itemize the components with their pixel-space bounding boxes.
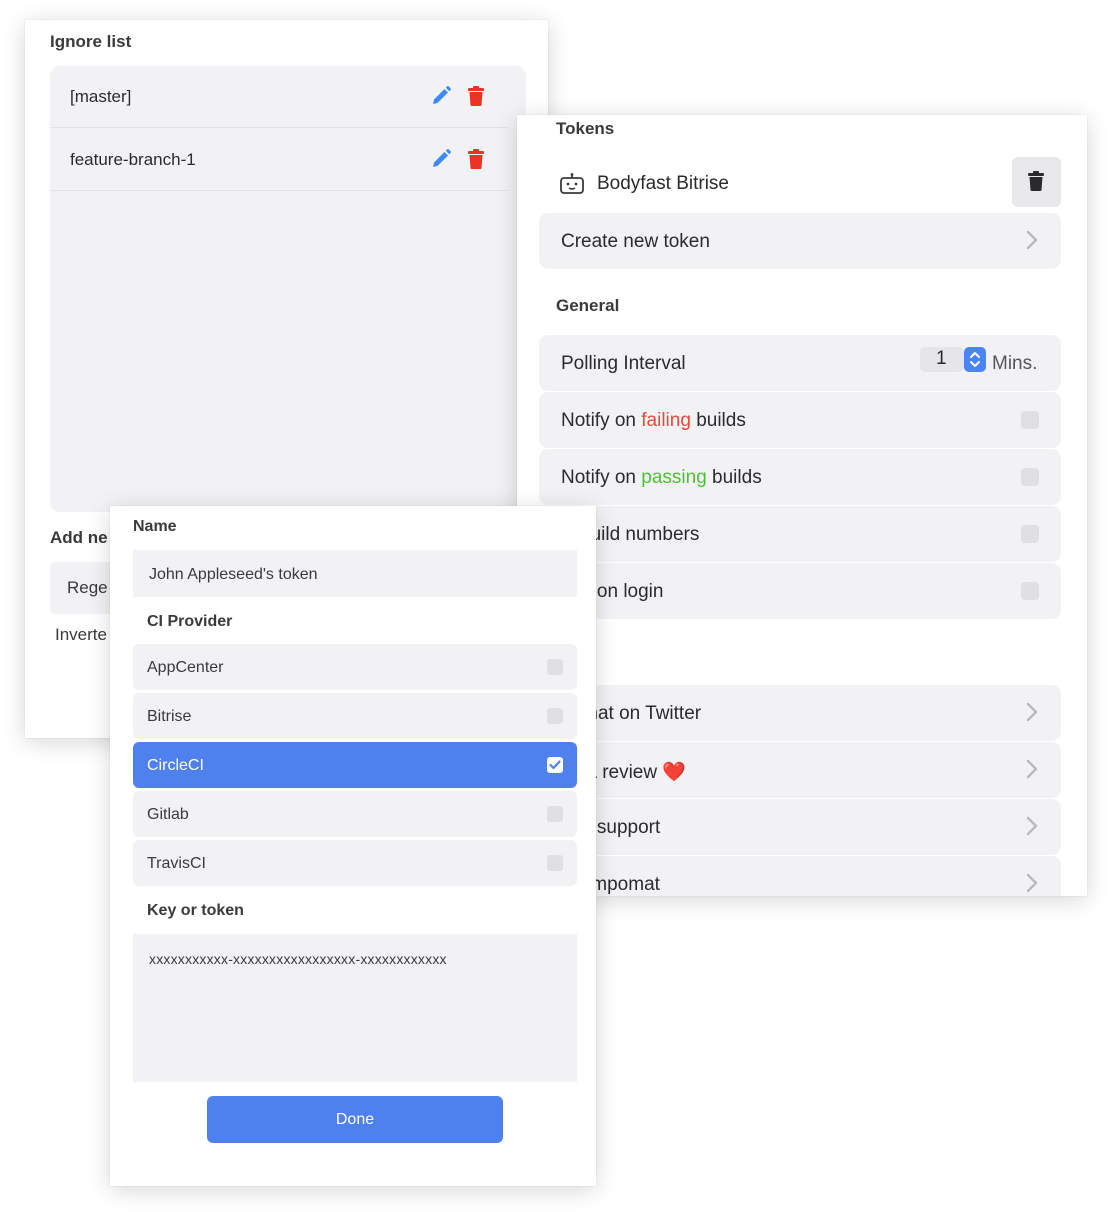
notify-passing-label: Notify on passing builds (561, 467, 762, 488)
trash-icon[interactable] (468, 86, 484, 106)
ci-option-checkbox[interactable] (547, 708, 563, 724)
ci-option-gitlab[interactable]: Gitlab (133, 791, 577, 837)
chevron-right-icon (1026, 759, 1038, 779)
twitter-link-row[interactable]: pomat on Twitter (539, 685, 1061, 741)
delete-token-button[interactable] (1012, 157, 1061, 207)
name-field-title: Name (133, 518, 177, 535)
ci-option-checkbox[interactable] (547, 757, 563, 773)
checkmark-icon (549, 760, 561, 770)
key-field-title: Key or token (147, 902, 244, 919)
chevron-right-icon (1026, 816, 1038, 836)
ci-option-travisci[interactable]: TravisCI (133, 840, 577, 886)
ignore-list: [master] feature-branch-1 (50, 66, 526, 512)
tokens-section-title: Tokens (556, 119, 615, 138)
polling-interval-value: 1 (936, 348, 947, 369)
trash-icon (1028, 171, 1044, 191)
create-token-label: Create new token (561, 231, 710, 252)
add-new-title: Add ne (50, 528, 108, 547)
polling-interval-label: Polling Interval (561, 353, 686, 374)
chevron-right-icon (1026, 702, 1038, 722)
ci-option-label: TravisCI (147, 855, 206, 872)
regex-placeholder: Rege (67, 578, 108, 597)
pencil-icon[interactable] (431, 86, 451, 106)
general-section-title: General (556, 296, 620, 315)
settings-panel: Tokens Bodyfast Bitrise Create new token… (517, 115, 1087, 896)
ci-option-label: CircleCI (147, 757, 204, 774)
polling-interval-input[interactable]: 1 (920, 347, 964, 372)
notify-passing-row: Notify on passing builds (539, 449, 1061, 505)
ci-option-checkbox[interactable] (547, 855, 563, 871)
pencil-icon[interactable] (431, 149, 451, 169)
done-button[interactable]: Done (207, 1096, 503, 1143)
quit-link-row[interactable]: : Tempomat (539, 856, 1061, 896)
notify-failing-label: Notify on failing builds (561, 410, 746, 431)
token-row: Bodyfast Bitrise (539, 157, 1061, 209)
ci-option-checkbox[interactable] (547, 806, 563, 822)
notify-failing-row: Notify on failing builds (539, 392, 1061, 448)
name-input-value: John Appleseed's token (149, 566, 318, 583)
polling-interval-unit: Mins. (992, 353, 1038, 374)
show-build-numbers-row: w build numbers (539, 506, 1061, 562)
notify-failing-checkbox[interactable] (1021, 411, 1039, 429)
inverted-label: Inverte (55, 625, 107, 644)
token-name: Bodyfast Bitrise (597, 173, 729, 194)
review-link-row[interactable]: ve a review ❤️ (539, 742, 1061, 798)
ci-option-label: Gitlab (147, 806, 189, 823)
support-link-row[interactable]: tact support (539, 799, 1061, 855)
ci-option-label: Bitrise (147, 708, 192, 725)
name-input[interactable]: John Appleseed's token (133, 550, 577, 597)
trash-icon[interactable] (468, 149, 484, 169)
key-input[interactable]: xxxxxxxxxxx-xxxxxxxxxxxxxxxxx-xxxxxxxxxx… (133, 934, 577, 1082)
create-token-row[interactable]: Create new token (539, 213, 1061, 269)
ci-option-bitrise[interactable]: Bitrise (133, 693, 577, 739)
key-input-value: xxxxxxxxxxx-xxxxxxxxxxxxxxxxx-xxxxxxxxxx… (149, 951, 447, 967)
chevron-right-icon (1026, 873, 1038, 893)
ci-option-circleci[interactable]: CircleCI (133, 742, 577, 788)
ignore-list-item[interactable]: [master] (50, 66, 508, 128)
launch-on-login-checkbox[interactable] (1021, 582, 1039, 600)
ci-option-checkbox[interactable] (547, 659, 563, 675)
ci-provider-title: CI Provider (147, 613, 233, 630)
ignore-list-title: Ignore list (50, 32, 132, 51)
polling-interval-row: Polling Interval 1 Mins. (539, 335, 1061, 391)
ignore-item-label: feature-branch-1 (70, 150, 196, 169)
ci-option-label: AppCenter (147, 659, 224, 676)
stepper-arrows-icon (970, 352, 980, 367)
show-build-numbers-checkbox[interactable] (1021, 525, 1039, 543)
ci-option-appcenter[interactable]: AppCenter (133, 644, 577, 690)
polling-interval-stepper[interactable] (964, 347, 986, 372)
robot-icon (560, 173, 584, 194)
notify-passing-checkbox[interactable] (1021, 468, 1039, 486)
ignore-list-item[interactable]: feature-branch-1 (50, 129, 508, 191)
launch-on-login-row: nch on login (539, 563, 1061, 619)
chevron-right-icon (1026, 230, 1038, 250)
create-token-dialog: Name John Appleseed's token CI Provider … (110, 506, 596, 1186)
ignore-item-label: [master] (70, 87, 132, 106)
